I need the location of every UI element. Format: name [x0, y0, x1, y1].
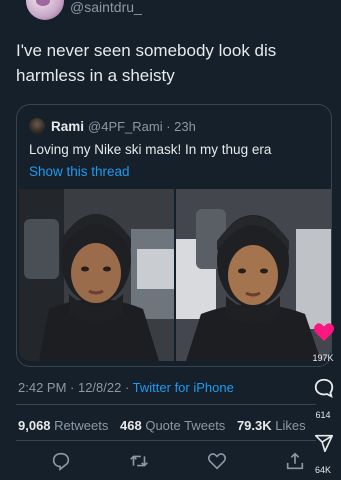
author-handle[interactable]: @saintdru_ — [70, 0, 142, 14]
tweet-stats: 9,068 Retweets 468 Quote Tweets 79.3K Li… — [18, 418, 306, 433]
quoted-tweet-card[interactable]: Rami @4PF_Rami · 23h Loving my Nike ski … — [16, 104, 332, 367]
tweet-time-date[interactable]: 2:42 PM · 12/8/22 · — [18, 380, 133, 395]
reply-icon[interactable] — [50, 450, 72, 472]
author-avatar[interactable] — [26, 0, 64, 20]
likes-stat[interactable]: 79.3K Likes — [237, 418, 306, 433]
show-thread-link[interactable]: Show this thread — [29, 164, 130, 179]
tweet-source[interactable]: Twitter for iPhone — [133, 380, 234, 395]
tweet-text: I've never seen somebody look dis harmle… — [16, 41, 277, 85]
tweet-timestamp: 2:42 PM · 12/8/22 · Twitter for iPhone — [18, 380, 234, 395]
quoted-photo-2[interactable] — [176, 189, 331, 361]
retweets-count: 9,068 — [18, 418, 51, 433]
quoted-author-handle-time: @4PF_Rami · 23h — [88, 118, 196, 134]
like-icon[interactable] — [206, 450, 228, 472]
author-header: @saintdru_ — [0, 0, 341, 22]
quoted-photo-1[interactable] — [19, 189, 174, 361]
quoted-author-name: Rami — [51, 118, 85, 134]
retweets-label: Retweets — [54, 418, 109, 433]
share-icon[interactable] — [284, 450, 306, 472]
overlay-comments-count: 614 — [315, 410, 331, 420]
likes-count: 79.3K — [236, 418, 272, 433]
divider — [16, 404, 316, 405]
quoted-tweet-text: Loving my Nike ski mask! In my thug era — [29, 142, 272, 157]
overlay-likes-count: 197K — [312, 353, 334, 363]
divider — [16, 440, 316, 441]
quote-tweets-count: 468 — [120, 418, 142, 433]
quote-tweets-stat[interactable]: 468 Quote Tweets — [120, 418, 225, 433]
comment-bubble-icon[interactable] — [313, 377, 335, 399]
retweet-icon[interactable] — [128, 450, 150, 472]
quote-tweets-label: Quote Tweets — [145, 418, 226, 433]
quoted-author-avatar — [29, 118, 45, 134]
retweets-stat[interactable]: 9,068 Retweets — [18, 418, 108, 433]
heart-icon[interactable] — [313, 322, 335, 342]
likes-label: Likes — [275, 418, 306, 433]
tweet-action-bar — [0, 448, 341, 476]
quoted-tweet-header: Rami @4PF_Rami · 23h — [29, 117, 196, 135]
